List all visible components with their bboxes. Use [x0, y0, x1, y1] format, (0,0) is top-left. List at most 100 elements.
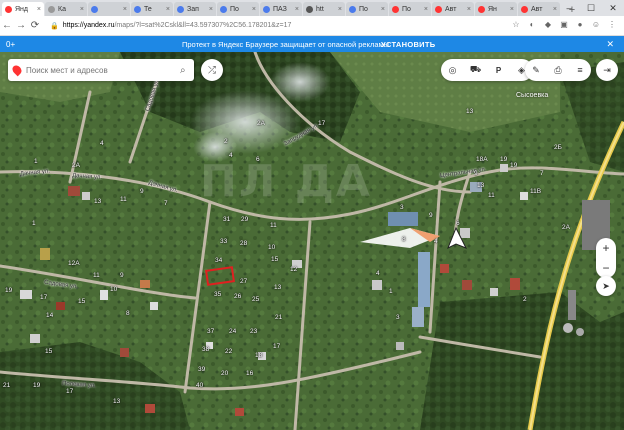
maximize-button[interactable]: ☐: [580, 0, 602, 16]
minimize-button[interactable]: –: [558, 0, 580, 16]
install-button[interactable]: УСТАНОВИТЬ: [381, 40, 435, 49]
extension-icon[interactable]: ◐: [526, 19, 538, 31]
house-number: 4: [434, 238, 438, 245]
panorama-icon[interactable]: ◎: [441, 59, 464, 81]
tab-label: Зап: [187, 5, 199, 13]
close-icon[interactable]: ✕: [606, 39, 614, 50]
print-icon[interactable]: ⎙: [547, 59, 569, 81]
tab-close-icon[interactable]: ×: [209, 6, 213, 13]
login-button[interactable]: ⇥: [596, 59, 618, 81]
browser-tab[interactable]: Янд ×: [2, 2, 44, 16]
zoom-in-button[interactable]: +: [596, 238, 616, 258]
browser-tab[interactable]: Ян ×: [475, 2, 517, 16]
close-window-button[interactable]: ✕: [602, 0, 624, 16]
browser-tab[interactable]: htt ×: [303, 2, 345, 16]
browser-tab[interactable]: Те ×: [131, 2, 173, 16]
reload-icon[interactable]: ⟳: [28, 20, 42, 31]
browser-tab[interactable]: Зап ×: [174, 2, 216, 16]
map-canvas[interactable]: ПЛ ДА Сысоевка Дачная ул. Дачная ул. Дач…: [0, 52, 624, 430]
house-number: 20: [221, 370, 229, 377]
parking-icon[interactable]: P: [487, 59, 510, 81]
tab-close-icon[interactable]: ×: [252, 6, 256, 13]
zoom-control: + −: [596, 238, 616, 278]
url-field[interactable]: 🔒 https://yandex.ru /maps/?l=sat%2Cskl&l…: [50, 22, 291, 30]
extension-icons: ☆ ◐ ◆ ▣ ● ☺ ⋮: [506, 19, 618, 31]
tab-close-icon[interactable]: ×: [553, 6, 557, 13]
browser-tab[interactable]: По ×: [217, 2, 259, 16]
location-arrow-icon: ➤: [602, 281, 610, 291]
tab-label: Янд: [15, 5, 29, 13]
tab-favicon-icon: [263, 5, 270, 13]
extension-icon[interactable]: ●: [574, 19, 586, 31]
yandex-maps-logo-icon: [8, 59, 26, 81]
browser-tab[interactable]: ×: [88, 2, 130, 16]
browser-tab[interactable]: Авт ×: [432, 2, 474, 16]
house-number: 22: [225, 348, 233, 355]
extension-icon[interactable]: ▣: [558, 19, 570, 31]
tab-favicon-icon: [521, 5, 528, 13]
house-number: 4: [100, 140, 104, 147]
house-number: 14: [46, 312, 54, 319]
house-number: 1: [32, 220, 36, 227]
ruler-icon[interactable]: ✎: [525, 59, 547, 81]
house-number: 35: [214, 291, 222, 298]
house-number: 27: [240, 278, 248, 285]
tab-close-icon[interactable]: ×: [338, 6, 342, 13]
extension-icon[interactable]: ◆: [542, 19, 554, 31]
house-number: 11: [270, 222, 277, 229]
tab-close-icon[interactable]: ×: [123, 6, 127, 13]
search-box[interactable]: ⌕: [8, 59, 194, 81]
house-number: 2: [523, 296, 527, 303]
tab-close-icon[interactable]: ×: [467, 6, 471, 13]
house-number: 9: [120, 272, 124, 279]
house-number: 29: [241, 216, 249, 223]
profile-icon[interactable]: ☺: [590, 19, 602, 31]
house-number: 28: [240, 240, 248, 247]
star-icon[interactable]: ☆: [510, 19, 522, 31]
forward-icon[interactable]: →: [14, 20, 28, 31]
tab-close-icon[interactable]: ×: [381, 6, 385, 13]
tab-close-icon[interactable]: ×: [510, 6, 514, 13]
search-icon[interactable]: ⌕: [180, 65, 186, 76]
house-number: 24: [229, 328, 237, 335]
satellite-imagery: [0, 52, 624, 430]
lock-icon: 🔒: [50, 22, 59, 30]
tab-label: htt: [316, 5, 324, 13]
watermark: ПЛ ДА: [200, 156, 372, 207]
locate-button[interactable]: ➤: [596, 276, 616, 296]
browser-tab[interactable]: ПАЗ ×: [260, 2, 302, 16]
tab-close-icon[interactable]: ×: [80, 6, 84, 13]
tab-label: Ка: [58, 5, 66, 13]
house-number: 11: [93, 272, 100, 279]
house-number: 26: [234, 293, 242, 300]
tab-close-icon[interactable]: ×: [166, 6, 170, 13]
house-number: 17: [318, 120, 326, 127]
address-bar: ← → ⟳ 🔒 https://yandex.ru /maps/?l=sat%2…: [0, 16, 624, 36]
house-number: 7: [164, 200, 168, 207]
search-input[interactable]: [26, 60, 176, 80]
transport-icon[interactable]: ⛟: [464, 59, 487, 81]
zoom-out-button[interactable]: −: [596, 258, 616, 278]
house-number: 19: [500, 156, 508, 163]
house-number: 4: [229, 152, 233, 159]
back-icon[interactable]: ←: [0, 20, 14, 31]
house-number: 18: [255, 352, 263, 359]
menu-icon[interactable]: ≡: [569, 59, 591, 81]
tab-close-icon[interactable]: ×: [37, 6, 41, 13]
house-number: 11В: [530, 188, 542, 195]
house-number: 21: [3, 382, 11, 389]
route-button[interactable]: ⤮: [201, 59, 223, 81]
browser-tab[interactable]: Авт ×: [518, 2, 560, 16]
menu-icon[interactable]: ⋮: [606, 19, 618, 31]
browser-tab[interactable]: По ×: [346, 2, 388, 16]
house-number: 4: [376, 270, 380, 277]
house-number: 31: [223, 216, 231, 223]
browser-tab[interactable]: Ка ×: [45, 2, 87, 16]
browser-tab[interactable]: По ×: [389, 2, 431, 16]
house-number: 10: [110, 286, 118, 293]
house-number: 13: [274, 284, 282, 291]
tab-close-icon[interactable]: ×: [424, 6, 428, 13]
house-number: 15: [78, 298, 86, 305]
tab-close-icon[interactable]: ×: [295, 6, 299, 13]
house-number: 11: [120, 196, 127, 203]
